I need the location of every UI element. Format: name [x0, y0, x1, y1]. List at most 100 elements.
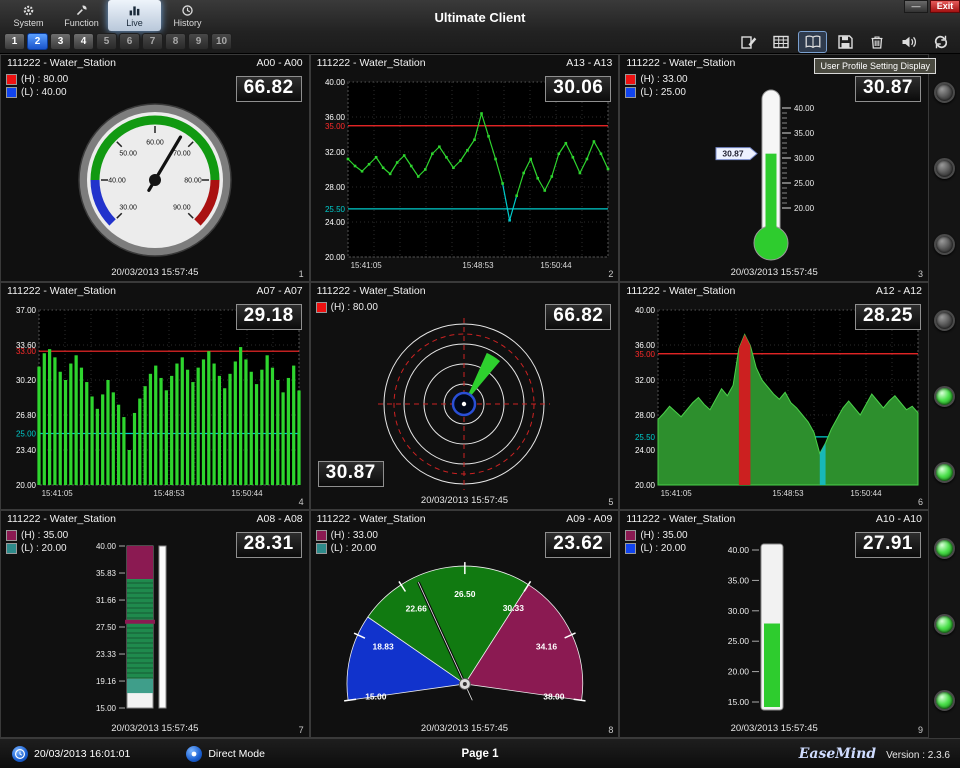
panel-chart: 40.0035.8331.6627.5023.3319.1615.00	[3, 528, 307, 735]
value-display: 30.06	[545, 76, 611, 102]
svg-text:30.20: 30.20	[16, 376, 37, 385]
panel-legend: (H) : 33.00(L) : 25.00	[625, 74, 687, 100]
value-display: 66.82	[236, 76, 302, 102]
save-button[interactable]	[831, 32, 858, 52]
svg-text:15:48:53: 15:48:53	[773, 489, 805, 498]
data-table-button[interactable]	[767, 32, 794, 52]
svg-text:37.00: 37.00	[16, 306, 37, 315]
svg-text:15.00: 15.00	[365, 691, 387, 701]
status-datetime-label: 20/03/2013 16:01:01	[34, 748, 130, 760]
page-tab-2[interactable]: 2	[27, 33, 48, 50]
panel-number: 4	[299, 497, 304, 507]
svg-text:80.00: 80.00	[184, 177, 202, 184]
legend-item: (L) : 40.00	[6, 87, 68, 98]
exit-button[interactable]: Exit	[930, 0, 960, 13]
panel-chart: 37.0033.6030.2026.8023.4020.0033.0025.00…	[3, 300, 307, 507]
svg-text:25.00: 25.00	[16, 429, 37, 438]
svg-text:25.00: 25.00	[794, 179, 815, 188]
station-label: 111222 - Water_Station	[7, 513, 116, 527]
status-led	[934, 310, 955, 331]
svg-text:15:50:44: 15:50:44	[231, 489, 263, 498]
secondary-value-display: 30.87	[318, 461, 384, 487]
legend-label: (H) : 33.00	[331, 530, 378, 541]
panel-4: 111222 - Water_StationA07 - A0737.0033.6…	[0, 282, 310, 510]
page-tab-5[interactable]: 5	[96, 33, 117, 50]
panel-5: 111222 - Water_Station66.825(H) : 80.003…	[310, 282, 620, 510]
brand-logo: EaseMind	[799, 746, 876, 762]
page-tab-6[interactable]: 6	[119, 33, 140, 50]
station-label: 111222 - Water_Station	[317, 513, 426, 527]
user-profile-icon	[804, 34, 822, 50]
panel-timestamp: 20/03/2013 15:57:45	[1, 723, 309, 734]
status-led	[934, 234, 955, 255]
channel-label: A10 - A10	[876, 513, 922, 527]
svg-text:32.00: 32.00	[635, 376, 656, 385]
panel-header: 111222 - Water_StationA09 - A09	[311, 511, 619, 527]
channel-label: A13 - A13	[566, 57, 612, 71]
legend-label: (H) : 35.00	[640, 530, 687, 541]
minimize-button[interactable]: —	[904, 0, 928, 13]
page-tab-8[interactable]: 8	[165, 33, 186, 50]
legend-swatch	[625, 74, 636, 85]
panel-timestamp: 20/03/2013 15:57:45	[1, 267, 309, 278]
legend-item: (L) : 20.00	[625, 543, 687, 554]
panel-header: 111222 - Water_Station A07 - A07	[1, 283, 309, 299]
sync-icon	[932, 34, 950, 50]
svg-text:35.00: 35.00	[728, 575, 750, 585]
svg-text:15:48:53: 15:48:53	[463, 261, 495, 270]
app-title: Ultimate Client	[0, 10, 960, 25]
svg-text:35.83: 35.83	[96, 569, 117, 578]
page-tab-9[interactable]: 9	[188, 33, 209, 50]
channel-label: A07 - A07	[257, 285, 303, 299]
value-display: 29.18	[236, 304, 302, 330]
svg-text:24.00: 24.00	[635, 446, 656, 455]
status-led	[934, 690, 955, 711]
svg-text:15:50:44: 15:50:44	[541, 261, 573, 270]
svg-text:25.00: 25.00	[728, 636, 750, 646]
footer-mode-icon	[186, 746, 202, 762]
svg-text:18.83: 18.83	[372, 641, 394, 651]
legend-item: (H) : 35.00	[6, 530, 68, 541]
user-profile-button[interactable]	[799, 32, 826, 52]
channel-label: A12 - A12	[876, 285, 922, 299]
svg-text:26.80: 26.80	[16, 411, 37, 420]
toolbar-tooltip: User Profile Setting Display	[814, 58, 936, 74]
sound-button[interactable]	[895, 32, 922, 52]
station-label: 111222 - Water_Station	[317, 57, 426, 71]
legend-swatch	[6, 74, 17, 85]
brand: EaseMind Version : 2.3.6	[799, 746, 950, 762]
data-table-icon	[772, 34, 790, 50]
led-strip	[929, 54, 960, 738]
legend-swatch	[316, 543, 327, 554]
delete-button[interactable]	[863, 32, 890, 52]
legend-label: (H) : 80.00	[21, 74, 68, 85]
legend-swatch	[316, 530, 327, 541]
page-tab-3[interactable]: 3	[50, 33, 71, 50]
svg-text:33.00: 33.00	[16, 347, 37, 356]
svg-text:28.00: 28.00	[325, 183, 346, 192]
legend-swatch	[6, 87, 17, 98]
station-label: 111222 - Water_Station	[7, 285, 116, 299]
svg-text:15.00: 15.00	[96, 704, 117, 713]
svg-text:40.00: 40.00	[96, 542, 117, 551]
panel-2: 111222 - Water_StationA13 - A1340.0036.0…	[310, 54, 620, 282]
toolbar	[735, 32, 954, 52]
legend-item: (L) : 20.00	[316, 543, 378, 554]
legend-swatch	[625, 543, 636, 554]
sync-button[interactable]	[927, 32, 954, 52]
panel-header: 111222 - Water_StationA00 - A00	[1, 55, 309, 71]
svg-text:30.00: 30.00	[794, 154, 815, 163]
edit-display-button[interactable]	[735, 32, 762, 52]
legend-label: (L) : 20.00	[640, 543, 686, 554]
svg-text:20.00: 20.00	[728, 666, 750, 676]
status-led	[934, 158, 955, 179]
page-tab-4[interactable]: 4	[73, 33, 94, 50]
page-tab-1[interactable]: 1	[4, 33, 25, 50]
svg-text:50.00: 50.00	[119, 150, 137, 157]
svg-text:20.00: 20.00	[16, 481, 37, 490]
svg-text:40.00: 40.00	[635, 306, 656, 315]
edit-display-icon	[740, 34, 758, 50]
page-tab-7[interactable]: 7	[142, 33, 163, 50]
page-tab-10[interactable]: 10	[211, 33, 232, 50]
delete-icon	[868, 34, 886, 50]
